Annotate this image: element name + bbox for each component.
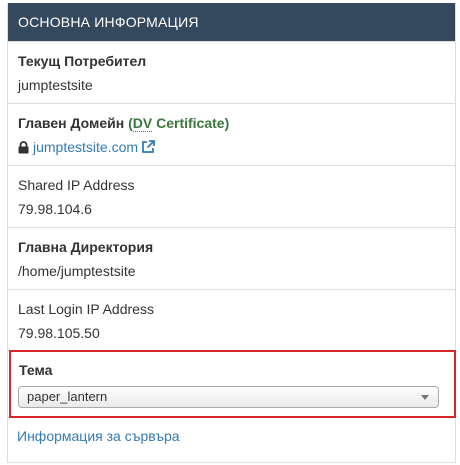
home-directory-value: /home/jumptestsite	[18, 263, 136, 279]
shared-ip-row: Shared IP Address 79.98.104.6	[8, 165, 455, 227]
external-link-icon[interactable]	[141, 140, 155, 158]
current-user-label: Текущ Потребител	[18, 53, 147, 69]
main-domain-link[interactable]: jumptestsite.com	[33, 139, 138, 155]
panel-title: Основна Информация	[8, 3, 455, 41]
last-login-label: Last Login IP Address	[18, 301, 154, 317]
last-login-row: Last Login IP Address 79.98.105.50	[8, 289, 455, 351]
current-user-row: Текущ Потребител jumptestsite	[8, 41, 455, 103]
main-domain-value: jumptestsite.com	[18, 138, 445, 158]
home-directory-row: Главна Директория /home/jumptestsite	[8, 227, 455, 289]
current-user-value: jumptestsite	[18, 77, 93, 93]
certificate-status: (DV Certificate)	[128, 115, 229, 132]
certificate-abbr[interactable]: DV	[132, 115, 153, 132]
home-directory-label: Главна Директория	[18, 239, 154, 255]
theme-select-value: paper_lantern	[27, 389, 108, 404]
shared-ip-label: Shared IP Address	[18, 177, 135, 193]
theme-label: Тема	[19, 362, 53, 378]
theme-select[interactable]: paper_lantern	[18, 386, 439, 408]
last-login-value: 79.98.105.50	[18, 325, 100, 341]
main-domain-label-line: Главен Домейн (DV Certificate)	[18, 114, 445, 132]
theme-section: Тема paper_lantern	[9, 350, 456, 418]
main-domain-label: Главен Домейн	[18, 115, 125, 131]
lock-icon	[18, 140, 29, 158]
shared-ip-value: 79.98.104.6	[18, 201, 92, 217]
chevron-down-icon	[421, 395, 429, 400]
main-domain-row: Главен Домейн (DV Certificate) jumptests…	[8, 103, 455, 165]
certificate-text: Certificate)	[152, 115, 230, 131]
server-information-link[interactable]: Информация за сървъра	[17, 428, 180, 444]
